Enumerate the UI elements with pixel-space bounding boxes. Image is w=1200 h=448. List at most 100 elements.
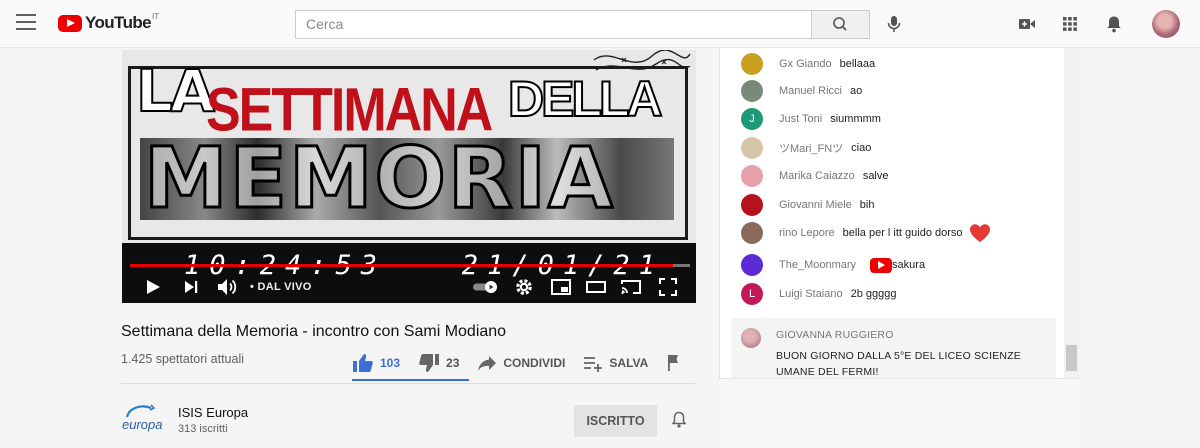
chat-author-name[interactable]: Just Toni <box>779 113 822 125</box>
play-button[interactable] <box>144 276 162 298</box>
user-avatar[interactable] <box>1152 10 1180 38</box>
banner-memoria-text: MEMORIA <box>143 129 615 227</box>
chat-message-text: ao <box>849 85 863 97</box>
chat-author-name[interactable]: Luigi Staiano <box>779 288 843 300</box>
banner-settimana-text: SETTIMANA <box>206 76 493 145</box>
flag-icon <box>668 355 679 371</box>
autoplay-toggle-icon <box>473 281 497 293</box>
thumbs-up-icon <box>353 354 373 372</box>
chat-message-text: bella per l itt guido dorso <box>842 227 963 239</box>
theater-mode-icon <box>586 281 606 293</box>
chat-message: Manuel Ricci ao <box>741 80 862 102</box>
playlist-add-icon <box>584 357 603 372</box>
pinned-author-avatar <box>741 328 761 348</box>
volume-icon <box>218 279 237 295</box>
chat-author-avatar[interactable] <box>741 137 763 159</box>
chat-author-name[interactable]: Marika Caiazzo <box>779 170 855 182</box>
share-label: CONDIVIDI <box>503 356 566 370</box>
chat-author-avatar[interactable]: J <box>741 108 763 130</box>
chat-scrollbar[interactable] <box>1064 48 1079 378</box>
pinned-message-text: BUON GIORNO DALLA 5°E DEL LICEO SCIENZE … <box>776 350 1022 378</box>
subscribe-button[interactable]: ISCRITTO <box>574 405 657 437</box>
pinned-author-name: GIOVANNA RUGGIERO <box>776 329 894 341</box>
video-frame-banner: MEMORIA LA SETTIMANA DELLA <box>122 50 696 243</box>
share-icon <box>478 356 497 371</box>
create-video-icon[interactable] <box>1017 14 1037 34</box>
chat-author-name[interactable]: ツMari_FNツ <box>779 140 843 156</box>
autoplay-toggle[interactable] <box>472 276 500 298</box>
chat-scrollbar-thumb[interactable] <box>1066 345 1077 371</box>
heart-emoji-icon <box>969 224 990 242</box>
banner-della-text: DELLA <box>507 71 664 127</box>
next-button[interactable] <box>182 276 200 298</box>
chat-author-avatar[interactable] <box>741 222 763 244</box>
chat-author-avatar[interactable] <box>741 165 763 187</box>
thumbs-down-icon <box>419 354 440 372</box>
chat-author-name[interactable]: Giovanni Miele <box>779 199 852 211</box>
subscriber-count: 313 iscritti <box>178 423 228 435</box>
volume-button[interactable] <box>216 276 238 298</box>
chat-author-avatar[interactable] <box>741 80 763 102</box>
notifications-icon[interactable] <box>1104 14 1124 34</box>
play-icon <box>147 280 160 294</box>
chat-author-name[interactable]: Gx Giando <box>779 58 832 70</box>
search-input[interactable]: Cerca <box>295 10 812 39</box>
save-button[interactable]: SALVA <box>583 354 648 372</box>
cast-button[interactable] <box>620 276 642 298</box>
report-button[interactable] <box>666 354 688 372</box>
progress-fill <box>130 264 674 267</box>
settings-button[interactable] <box>514 276 534 298</box>
video-title: Settimana della Memoria - incontro con S… <box>121 323 507 340</box>
chat-author-avatar[interactable]: L <box>741 283 763 305</box>
youtube-play-icon <box>58 14 82 32</box>
dislike-count: 23 <box>446 356 460 370</box>
like-ratio-bar <box>352 379 469 381</box>
chat-message: rino Lepore bella per l itt guido dorso <box>741 222 991 244</box>
viewer-count: 1.425 spettatori attuali <box>121 352 244 366</box>
chat-author-name[interactable]: The_Moonmary <box>779 259 856 271</box>
video-player[interactable]: MEMORIA LA SETTIMANA DELLA 10:24:53 21/0… <box>122 50 696 303</box>
chat-message-text: bih <box>859 199 875 211</box>
fullscreen-icon <box>659 278 677 296</box>
search-button[interactable] <box>812 10 870 39</box>
chat-message-text: ciao <box>851 142 872 154</box>
channel-logo-text: europa <box>122 417 162 432</box>
channel-logo[interactable]: europa <box>121 403 165 435</box>
channel-name[interactable]: ISIS Europa <box>178 405 248 420</box>
logo-text: YouTube <box>85 13 152 32</box>
live-label[interactable]: • DAL VIVO <box>250 281 312 293</box>
menu-icon[interactable] <box>16 14 36 32</box>
chat-input-area[interactable] <box>719 378 1079 448</box>
chat-message-text: siummmm <box>830 113 881 125</box>
chat-message-text: 2b ggggg <box>850 288 897 300</box>
progress-bar[interactable] <box>130 264 690 267</box>
chat-message: The_Moonmary sakura <box>741 254 925 276</box>
save-label: SALVA <box>609 356 649 370</box>
chat-message: ツMari_FNツ ciao <box>741 137 871 159</box>
channel-notifications-bell-icon[interactable] <box>670 410 688 430</box>
next-icon <box>185 281 198 293</box>
like-count: 103 <box>380 356 401 370</box>
like-button[interactable]: 103 <box>352 353 400 373</box>
search-icon <box>833 17 847 31</box>
chat-author-name[interactable]: rino Lepore <box>779 227 835 239</box>
chat-author-avatar[interactable] <box>741 194 763 216</box>
share-button[interactable]: CONDIVIDI <box>477 354 565 372</box>
chat-author-name[interactable]: Manuel Ricci <box>779 85 842 97</box>
chat-message: J Just Toni siummmm <box>741 108 881 130</box>
chat-message: L Luigi Staiano 2b ggggg <box>741 283 897 305</box>
youtube-emoji-icon <box>870 257 893 273</box>
chat-message-text: salve <box>862 170 889 182</box>
mic-icon[interactable] <box>884 14 904 34</box>
youtube-logo[interactable]: YouTube IT <box>58 12 160 33</box>
miniplayer-button[interactable] <box>550 276 572 298</box>
chat-author-avatar[interactable] <box>741 254 763 276</box>
chat-author-avatar[interactable] <box>741 53 763 75</box>
video-actions: 103 23 CONDIVIDI SALVA <box>352 352 706 374</box>
chat-message: Gx Giando bellaaa <box>741 53 875 75</box>
dislike-button[interactable]: 23 <box>418 353 459 373</box>
apps-icon[interactable] <box>1060 14 1080 34</box>
fullscreen-button[interactable] <box>658 276 678 298</box>
theater-mode-button[interactable] <box>585 276 607 298</box>
logo-country-code: IT <box>152 12 160 21</box>
